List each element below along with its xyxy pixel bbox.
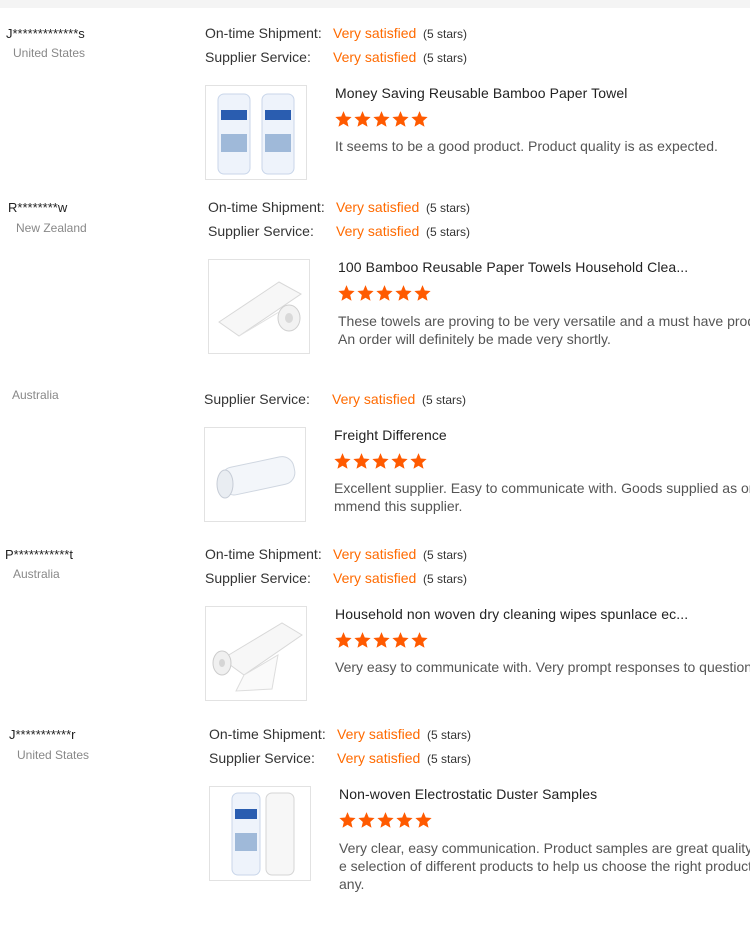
comment-line: It seems to be a good product. Product q…: [335, 138, 718, 154]
star-icon: [334, 453, 351, 469]
star-icon: [395, 285, 412, 301]
paper-towel-roll-image: [218, 281, 302, 337]
top-divider-bar: [0, 0, 750, 8]
service-value: Very satisfied: [332, 391, 416, 407]
comment-line: Very clear, easy communication. Product …: [339, 840, 750, 856]
shipment-label: On-time Shipment:: [205, 546, 322, 562]
star-icon: [335, 632, 352, 648]
service-stars-text: (5 stars): [422, 393, 467, 407]
comment-line: Excellent supplier. Easy to communicate …: [334, 480, 750, 496]
service-label: Supplier Service:: [209, 750, 315, 766]
product-title-link[interactable]: Household non woven dry cleaning wipes s…: [335, 606, 688, 622]
product-thumbnail[interactable]: [209, 786, 311, 881]
star-icon: [339, 812, 356, 828]
shipment-stars-text: (5 stars): [423, 27, 468, 41]
star-icon: [357, 285, 374, 301]
star-icon: [411, 632, 428, 648]
service-label: Supplier Service:: [205, 570, 311, 586]
star-icon: [354, 111, 371, 127]
service-stars-text: (5 stars): [427, 752, 472, 766]
star-icon: [392, 111, 409, 127]
star-icon: [415, 812, 432, 828]
star-icon: [376, 285, 393, 301]
service-value: Very satisfied: [333, 49, 417, 65]
shipment-stars-text: (5 stars): [423, 548, 468, 562]
buyer-country: United States: [17, 748, 90, 762]
comment-line: Very easy to communicate with. Very prom…: [335, 659, 750, 675]
star-icon: [392, 632, 409, 648]
buyer-country: Australia: [12, 388, 59, 402]
review-comment: Very clear, easy communication. Product …: [339, 839, 750, 893]
product-thumbnail[interactable]: [204, 427, 306, 522]
review-comment: Excellent supplier. Easy to communicate …: [334, 479, 750, 515]
star-icon: [373, 111, 390, 127]
buyer-name: J***********r: [9, 727, 76, 742]
shipment-label: On-time Shipment:: [209, 726, 326, 742]
service-label: Supplier Service:: [205, 49, 311, 65]
comment-line: An order will definitely be made very sh…: [338, 331, 611, 347]
star-icon: [354, 632, 371, 648]
service-stars-text: (5 stars): [423, 572, 468, 586]
star-icon: [396, 812, 413, 828]
shipment-stars-text: (5 stars): [426, 201, 471, 215]
product-star-rating: [338, 811, 433, 831]
paper-towel-roll-image: [212, 622, 303, 692]
shipment-value: Very satisfied: [333, 25, 417, 41]
buyer-name: P***********t: [5, 547, 73, 562]
service-value: Very satisfied: [333, 570, 417, 586]
star-icon: [373, 632, 390, 648]
buyer-country: New Zealand: [16, 221, 87, 235]
comment-line: mmend this supplier.: [334, 498, 463, 514]
product-thumbnail[interactable]: [205, 85, 307, 180]
buyer-name: R********w: [8, 200, 68, 215]
shipment-label: On-time Shipment:: [205, 25, 322, 41]
product-thumbnail[interactable]: [205, 606, 307, 701]
product-star-rating: [337, 284, 432, 304]
comment-line: e selection of different products to hel…: [339, 858, 750, 874]
comment-line: any.: [339, 876, 365, 892]
service-label: Supplier Service:: [208, 223, 314, 239]
shipment-label: On-time Shipment:: [208, 199, 325, 215]
service-value: Very satisfied: [337, 750, 421, 766]
comment-line: These towels are proving to be very vers…: [338, 313, 750, 329]
shipment-value: Very satisfied: [337, 726, 421, 742]
product-star-rating: [333, 452, 428, 472]
buyer-name: J*************s: [6, 26, 85, 41]
star-icon: [335, 111, 352, 127]
star-icon: [411, 111, 428, 127]
paper-towel-pack-image: [217, 93, 295, 175]
product-star-rating: [334, 110, 429, 130]
buyer-country: Australia: [13, 567, 60, 581]
service-stars-text: (5 stars): [426, 225, 471, 239]
star-icon: [414, 285, 431, 301]
shipment-value: Very satisfied: [333, 546, 417, 562]
paper-towel-pack-image: [231, 792, 295, 876]
product-thumbnail[interactable]: [208, 259, 310, 354]
service-stars-text: (5 stars): [423, 51, 468, 65]
buyer-country: United States: [13, 46, 86, 60]
star-icon: [372, 453, 389, 469]
service-value: Very satisfied: [336, 223, 420, 239]
product-title-link[interactable]: Freight Difference: [334, 427, 447, 443]
star-icon: [338, 285, 355, 301]
review-comment: These towels are proving to be very vers…: [338, 312, 750, 348]
star-icon: [358, 812, 375, 828]
service-label: Supplier Service:: [204, 391, 310, 407]
star-icon: [410, 453, 427, 469]
star-icon: [377, 812, 394, 828]
product-star-rating: [334, 631, 429, 651]
shipment-value: Very satisfied: [336, 199, 420, 215]
shipment-stars-text: (5 stars): [427, 728, 472, 742]
product-title-link[interactable]: Money Saving Reusable Bamboo Paper Towel: [335, 85, 627, 101]
star-icon: [391, 453, 408, 469]
review-comment: Very easy to communicate with. Very prom…: [335, 658, 750, 676]
product-title-link[interactable]: Non-woven Electrostatic Duster Samples: [339, 786, 597, 802]
star-icon: [353, 453, 370, 469]
product-title-link[interactable]: 100 Bamboo Reusable Paper Towels Househo…: [338, 259, 688, 275]
review-comment: It seems to be a good product. Product q…: [335, 137, 718, 155]
wrapped-roll-image: [216, 456, 296, 499]
